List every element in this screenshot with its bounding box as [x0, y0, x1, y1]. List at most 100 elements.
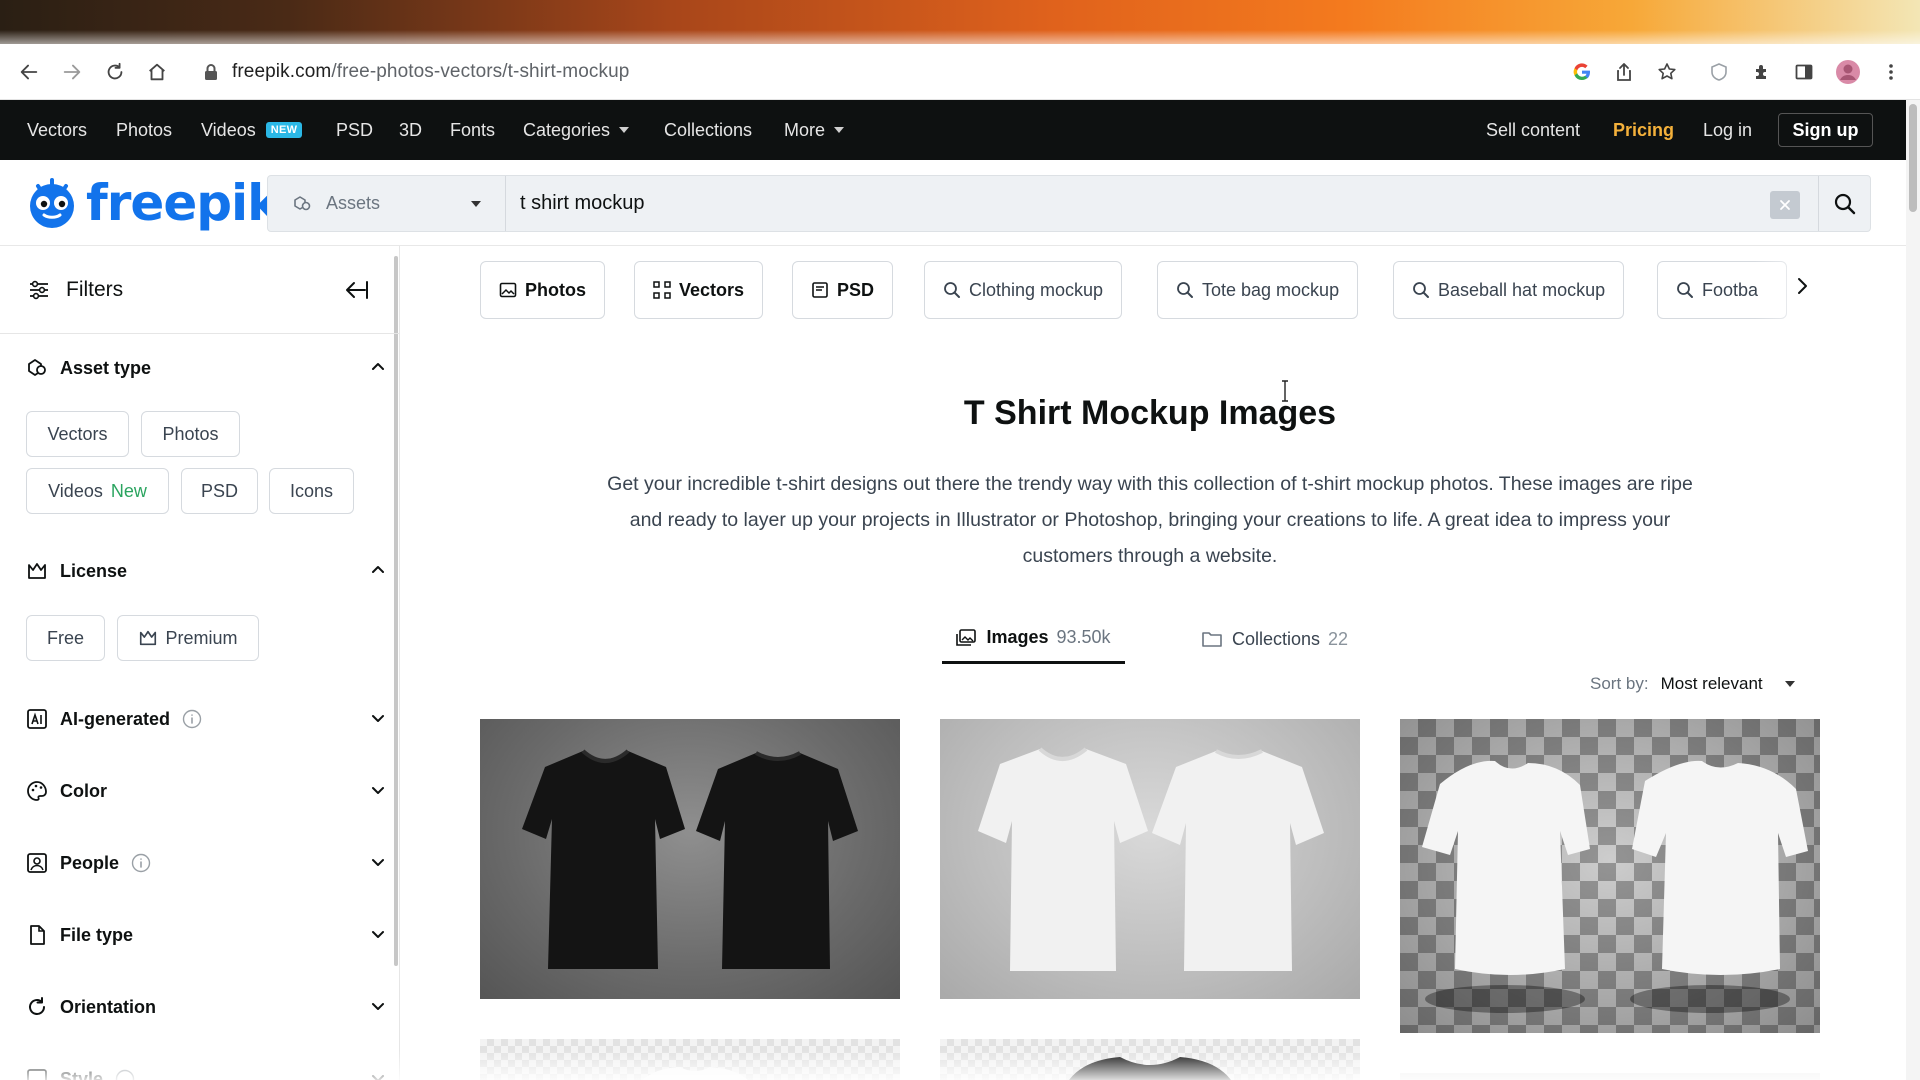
- nav-vectors[interactable]: Vectors: [27, 100, 87, 160]
- search-icon: [943, 281, 961, 299]
- psd-icon: [811, 281, 829, 299]
- chip-psd[interactable]: PSD: [792, 261, 894, 319]
- 3d-white-tshirt-image: [1422, 760, 1808, 1013]
- shield-extension-icon[interactable]: [1703, 56, 1735, 88]
- nav-pricing[interactable]: Pricing: [1613, 100, 1674, 160]
- profile-avatar[interactable]: [1832, 56, 1864, 88]
- image-icon: [499, 281, 517, 299]
- chevron-down-icon: [371, 783, 385, 797]
- nav-sell-content[interactable]: Sell content: [1486, 100, 1580, 160]
- search-icon: [1412, 281, 1430, 299]
- filter-chip-icons[interactable]: Icons: [269, 468, 354, 514]
- person-icon: [26, 852, 48, 874]
- color-header[interactable]: Color: [26, 776, 406, 806]
- collapse-sidebar-icon[interactable]: [343, 279, 369, 301]
- ai-icon: [26, 708, 48, 730]
- nav-fonts[interactable]: Fonts: [450, 100, 495, 160]
- filters-sidebar: Filters Asset type Vectors Photos Videos…: [0, 246, 400, 1080]
- result-card-white-tshirts[interactable]: [940, 719, 1360, 999]
- info-icon[interactable]: [182, 709, 202, 729]
- nav-more[interactable]: More: [784, 100, 845, 160]
- result-card-5[interactable]: [940, 1039, 1360, 1080]
- vector-icon: [653, 281, 671, 299]
- nav-videos[interactable]: Videos NEW: [201, 100, 303, 160]
- extensions-puzzle-icon[interactable]: [1746, 56, 1778, 88]
- freepik-wordmark: freepik: [86, 174, 280, 232]
- page-title: T Shirt Mockup Images: [963, 394, 1337, 432]
- folder-icon: [1202, 630, 1222, 648]
- result-card-4[interactable]: [480, 1039, 900, 1080]
- url-text: freepik.com/free-photos-vectors/t-shirt-…: [232, 61, 630, 82]
- signup-button[interactable]: Sign up: [1778, 113, 1873, 147]
- text-cursor-icon: [1280, 380, 1290, 402]
- nav-login[interactable]: Log in: [1703, 100, 1752, 160]
- home-icon[interactable]: [141, 56, 173, 88]
- nav-photos[interactable]: Photos: [116, 100, 172, 160]
- browser-toolbar: freepik.com/free-photos-vectors/t-shirt-…: [0, 44, 1920, 100]
- asset-type-select[interactable]: Assets: [268, 176, 506, 231]
- chip-tote-bag-mockup[interactable]: Tote bag mockup: [1157, 261, 1359, 319]
- forward-icon[interactable]: [56, 56, 88, 88]
- chevron-down-icon: [619, 127, 630, 133]
- chip-photos[interactable]: Photos: [480, 261, 605, 319]
- tab-images[interactable]: Images 93.50k: [942, 614, 1125, 664]
- search-icon: [1834, 193, 1855, 214]
- filter-chip-psd[interactable]: PSD: [181, 468, 258, 514]
- filter-chip-vectors[interactable]: Vectors: [26, 411, 129, 457]
- nav-categories[interactable]: Categories: [523, 100, 630, 160]
- search-bar: Assets: [267, 175, 1871, 232]
- filters-title: Filters: [66, 277, 124, 301]
- orientation-header[interactable]: Orientation: [26, 992, 406, 1022]
- chip-baseball-hat-mockup[interactable]: Baseball hat mockup: [1393, 261, 1625, 319]
- nav-psd[interactable]: PSD: [336, 100, 373, 160]
- back-icon[interactable]: [13, 56, 45, 88]
- palette-icon: [26, 780, 48, 802]
- search-button[interactable]: [1818, 176, 1870, 231]
- rotate-icon: [26, 996, 48, 1018]
- filters-sliders-icon: [28, 280, 50, 300]
- search-icon: [1676, 281, 1694, 299]
- result-card-black-tshirts[interactable]: [480, 719, 900, 999]
- crown-icon: [138, 628, 158, 648]
- chip-clothing-mockup[interactable]: Clothing mockup: [924, 261, 1123, 319]
- page-scrollbar[interactable]: [1906, 100, 1920, 1080]
- clear-search-button[interactable]: [1770, 191, 1800, 219]
- result-card-3d-white-tshirts[interactable]: [1400, 719, 1820, 1033]
- asset-type-header[interactable]: Asset type: [26, 353, 406, 383]
- people-header[interactable]: People: [26, 848, 406, 878]
- style-header[interactable]: Style: [26, 1064, 406, 1080]
- filter-chip-premium[interactable]: Premium: [117, 615, 259, 661]
- share-icon[interactable]: [1608, 56, 1640, 88]
- chevron-down-icon: [371, 711, 385, 725]
- reload-icon[interactable]: [99, 56, 131, 88]
- nav-3d[interactable]: 3D: [399, 100, 422, 160]
- sort-select[interactable]: Sort by: Most relevant: [1590, 664, 1795, 704]
- nav-collections[interactable]: Collections: [664, 100, 752, 160]
- tab-collections[interactable]: Collections 22: [1190, 614, 1360, 664]
- bookmark-star-icon[interactable]: [1651, 56, 1683, 88]
- result-card-6[interactable]: [1400, 1073, 1820, 1080]
- google-icon[interactable]: [1566, 56, 1598, 88]
- chevron-right-icon[interactable]: [1790, 274, 1814, 298]
- side-panel-icon[interactable]: [1788, 56, 1820, 88]
- filter-chip-free[interactable]: Free: [26, 615, 105, 661]
- browser-menu-icon[interactable]: [1875, 56, 1907, 88]
- license-header[interactable]: License: [26, 556, 406, 586]
- new-tag: New: [110, 480, 147, 501]
- chip-vectors[interactable]: Vectors: [634, 261, 764, 319]
- info-icon[interactable]: [131, 853, 151, 873]
- search-input[interactable]: [520, 176, 1720, 231]
- chevron-down-icon: [371, 855, 385, 869]
- address-bar[interactable]: freepik.com/free-photos-vectors/t-shirt-…: [190, 53, 1690, 91]
- freepik-logo[interactable]: freepik: [24, 174, 280, 232]
- file-type-header[interactable]: File type: [26, 920, 406, 950]
- chips-fade: [1755, 256, 1895, 326]
- ai-generated-header[interactable]: AI-generated: [26, 704, 406, 734]
- info-icon[interactable]: [115, 1069, 135, 1080]
- file-icon: [26, 924, 48, 946]
- filter-chip-photos[interactable]: Photos: [141, 411, 240, 457]
- filter-chip-videos[interactable]: Videos New: [26, 468, 169, 514]
- window-top-strip: [0, 0, 1920, 44]
- freepik-logo-icon: [30, 178, 74, 228]
- chevron-down-icon: [371, 999, 385, 1013]
